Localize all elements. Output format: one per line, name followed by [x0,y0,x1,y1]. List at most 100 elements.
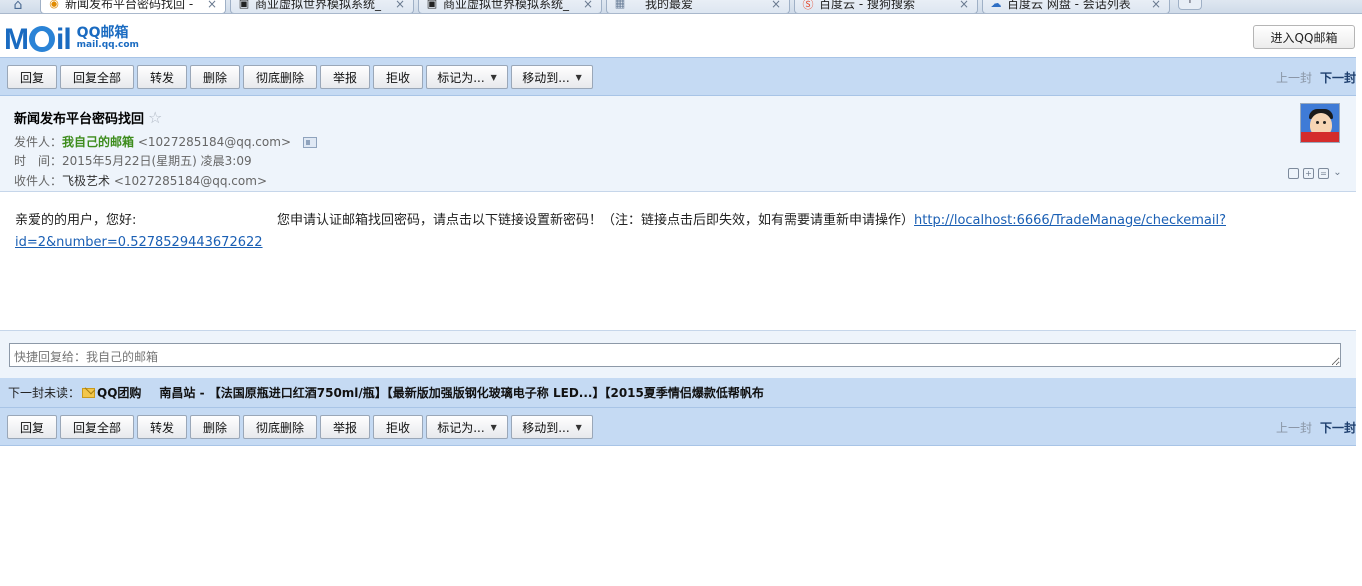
tab-close-icon[interactable]: × [959,0,969,11]
tab-title: 商业虚拟世界模拟系统_ [443,0,570,11]
star-icon[interactable]: ☆ [148,108,162,127]
envelope-icon [82,387,96,398]
move-to-label: 移动到... [522,70,570,85]
reply-button[interactable]: 回复 [7,65,57,89]
delete-permanently-button[interactable]: 彻底删除 [243,415,317,439]
dropdown-caret-icon: ▼ [575,422,582,432]
new-tab-button[interactable]: + [1178,0,1202,10]
mail-subject: 新闻发布平台密码找回 ☆ [14,108,162,127]
next-unread-subject[interactable]: 南昌站 - 【法国原瓶进口红酒750ml/瓶】【最新版加强版钢化玻璃电子称 LE… [159,384,763,401]
logo-qq-text: QQ邮箱 [76,25,129,41]
mark-as-label: 标记为... [437,70,485,85]
browser-tab-strip: ⌂ ◉ 新闻发布平台密码找回 - × ▣ 商业虚拟世界模拟系统_ × ▣ 商业虚… [0,0,1362,14]
move-to-dropdown[interactable]: 移动到... ▼ [511,415,593,439]
mail-time-row: 时 间：2015年5月22日(星期五) 凌晨3:09 [14,152,252,169]
tab-trade-sim-2[interactable]: ▣ 商业虚拟世界模拟系统_ × [418,0,602,13]
baidu-cloud-icon: ☁ [990,0,1002,10]
mail-body-text: 亲爱的的用户，您好: 您申请认证邮箱找回密码，请点击以下链接设置新密码！（注：链接… [15,210,1335,254]
mail-body: 亲爱的的用户，您好: 您申请认证邮箱找回密码，请点击以下链接设置新密码！（注：链接… [0,192,1356,330]
tab-title: 百度云 网盘 - 会话列表 [1007,0,1131,11]
mail-pager: 上一封 下一封 [1276,419,1356,436]
quick-reply-area [0,330,1356,378]
move-to-label: 移动到... [522,420,570,435]
move-to-dropdown[interactable]: 移动到... ▼ [511,65,593,89]
chevron-down-icon[interactable]: ⌄ [1333,168,1342,179]
save-icon[interactable]: + [1303,168,1314,179]
delete-button[interactable]: 删除 [190,415,240,439]
tab-close-icon[interactable]: × [771,0,781,11]
qq-mail-logo[interactable]: Mil QQ邮箱 mail.qq.com [4,23,139,56]
report-button[interactable]: 举报 [320,415,370,439]
next-mail-link[interactable]: 下一封 [1320,419,1356,436]
home-icon[interactable]: ⌂ [0,0,36,13]
mark-as-dropdown[interactable]: 标记为... ▼ [426,415,508,439]
reply-all-button[interactable]: 回复全部 [60,415,134,439]
forward-button[interactable]: 转发 [137,415,187,439]
mail-header: Mil QQ邮箱 mail.qq.com 进入QQ邮箱 [0,14,1362,58]
print-icon[interactable]: = [1318,168,1329,179]
tab-trade-sim-1[interactable]: ▣ 商业虚拟世界模拟系统_ × [230,0,414,13]
tab-title: 新闻发布平台密码找回 - [65,0,194,11]
dropdown-caret-icon: ▼ [490,72,497,82]
reply-button[interactable]: 回复 [7,415,57,439]
grid-icon: ▦ [614,0,626,10]
reply-all-button[interactable]: 回复全部 [60,65,134,89]
delete-button[interactable]: 删除 [190,65,240,89]
contact-card-icon[interactable] [302,137,317,148]
mail-pager: 上一封 下一封 [1276,69,1356,86]
qq-mail-icon: ◉ [49,0,59,10]
next-unread-bar: 下一封未读： QQ团购 南昌站 - 【法国原瓶进口红酒750ml/瓶】【最新版加… [0,378,1356,407]
prev-mail-link[interactable]: 上一封 [1276,419,1312,436]
tab-close-icon[interactable]: × [395,0,405,11]
logo-url-text: mail.qq.com [76,40,139,50]
recipient-name[interactable]: 飞极艺术 [62,174,110,188]
tab-close-icon[interactable]: × [1151,0,1161,11]
delete-permanently-button[interactable]: 彻底删除 [243,65,317,89]
sender-avatar[interactable] [1300,103,1340,143]
sender-address: <1027285184@qq.com> [137,135,291,149]
from-label: 发件人： [14,135,63,149]
dropdown-caret-icon: ▼ [490,422,497,432]
quick-reply-input[interactable] [9,343,1341,367]
tab-close-icon[interactable]: × [583,0,593,11]
sender-name[interactable]: 我自己的邮箱 [62,135,134,149]
mail-toolbar-bottom: 回复 回复全部 转发 删除 彻底删除 举报 拒收 标记为... ▼ 移动到... ▼… [0,407,1356,446]
dropdown-caret-icon: ▼ [575,72,582,82]
tab-qq-mail[interactable]: ◉ 新闻发布平台密码找回 - × [40,0,226,13]
tab-title: 商业虚拟世界模拟系统_ [255,0,382,11]
next-unread-sender[interactable]: QQ团购 [97,384,141,401]
recipient-address: <1027285184@qq.com> [113,174,267,188]
note-icon[interactable] [1288,168,1299,179]
logo-qq-penguin-icon [29,26,55,52]
mail-greeting: 亲爱的的用户，您好: [15,213,137,228]
tab-sogou-search[interactable]: Ⓢ 百度云 - 搜狗搜索 × [794,0,978,13]
next-mail-link[interactable]: 下一封 [1320,69,1356,86]
page-icon: ▣ [238,0,250,10]
tab-title: 百度云 - 搜狗搜索 [819,0,915,11]
mail-subject-text: 新闻发布平台密码找回 [14,112,145,127]
mark-as-label: 标记为... [437,420,485,435]
page-icon: ▣ [426,0,438,10]
to-label: 收件人： [14,174,63,188]
mark-as-dropdown[interactable]: 标记为... ▼ [426,65,508,89]
mail-from-row: 发件人：我自己的邮箱 <1027285184@qq.com> [14,133,317,150]
mail-toolbar-top: 回复 回复全部 转发 删除 彻底删除 举报 拒收 标记为... ▼ 移动到... ▼… [0,57,1356,96]
tab-favorites[interactable]: ▦ 我的最爱 × [606,0,790,13]
time-label: 时 间： [14,154,63,168]
tab-title: 我的最爱 [645,0,694,11]
mail-read-header: 新闻发布平台密码找回 ☆ 发件人：我自己的邮箱 <1027285184@qq.c… [0,96,1356,192]
mail-header-actions: + = ⌄ [1288,168,1342,179]
mail-to-row: 收件人：飞极艺术 <1027285184@qq.com> [14,172,267,189]
mail-body-paragraph: 您申请认证邮箱找回密码，请点击以下链接设置新密码！（注：链接点击后即失效，如有需… [277,213,915,228]
enter-qq-mail-button[interactable]: 进入QQ邮箱 [1253,25,1355,49]
report-button[interactable]: 举报 [320,65,370,89]
prev-mail-link[interactable]: 上一封 [1276,69,1312,86]
tab-close-icon[interactable]: × [207,0,217,11]
logo-mail-wordmark: Mil [4,23,72,56]
reject-button[interactable]: 拒收 [373,65,423,89]
reject-button[interactable]: 拒收 [373,415,423,439]
forward-button[interactable]: 转发 [137,65,187,89]
tab-baidu-cloud[interactable]: ☁ 百度云 网盘 - 会话列表 × [982,0,1170,13]
next-unread-label: 下一封未读： [8,386,81,400]
time-value: 2015年5月22日(星期五) 凌晨3:09 [62,154,252,168]
